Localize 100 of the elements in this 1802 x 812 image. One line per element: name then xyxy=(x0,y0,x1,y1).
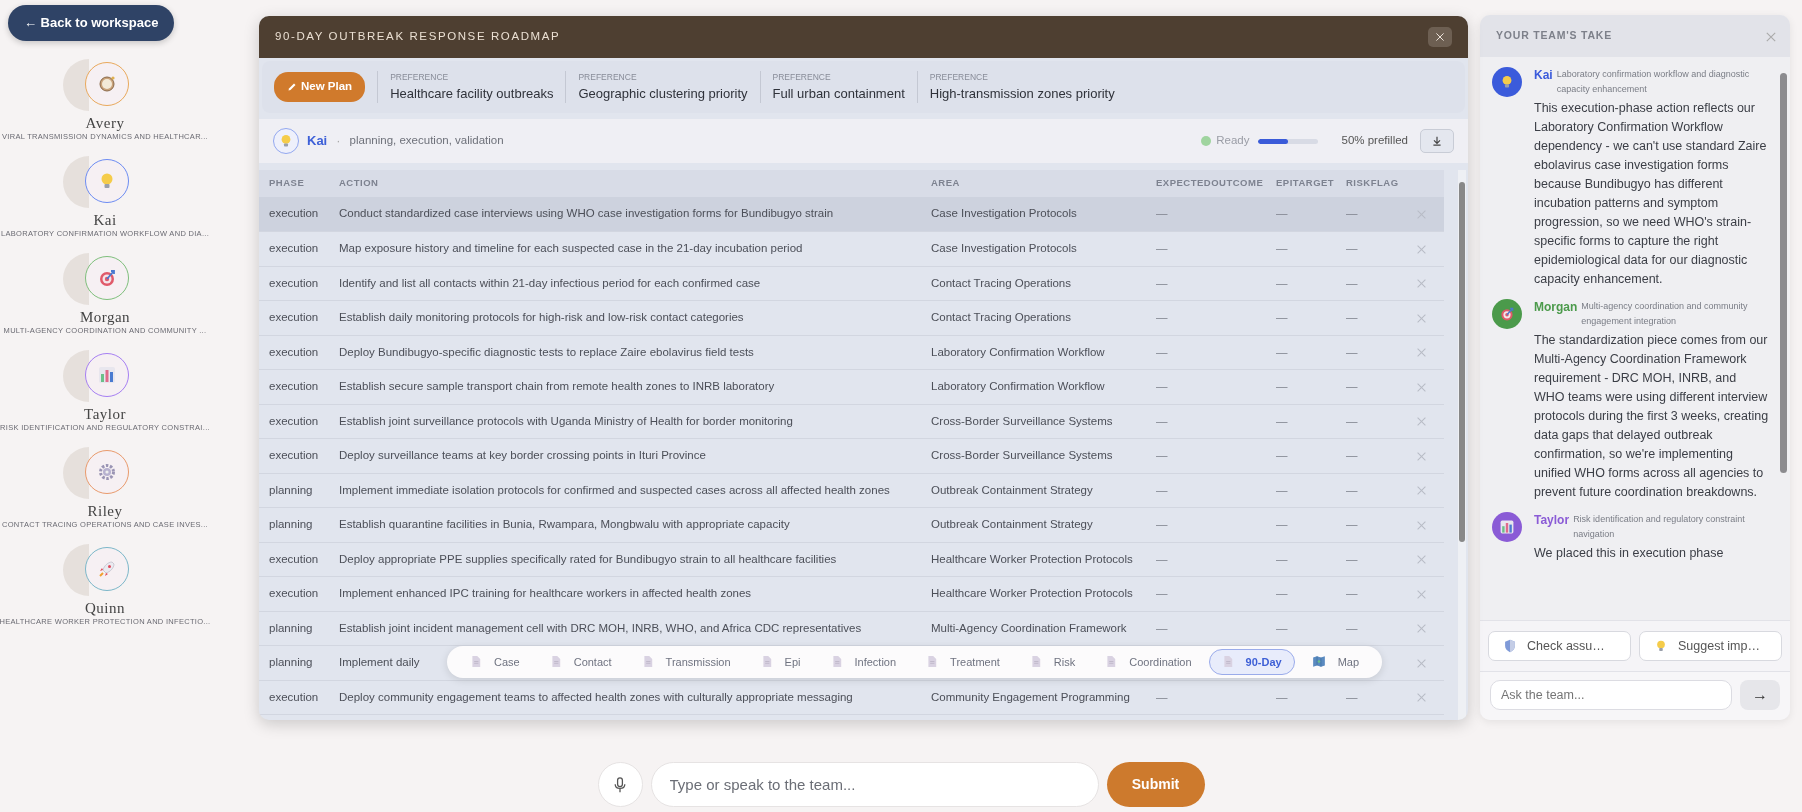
table-cell: execution xyxy=(269,414,319,427)
table-cell: Outbreak Containment Strategy xyxy=(931,518,1093,531)
status-dot xyxy=(1201,136,1212,146)
table-cell: execution xyxy=(269,380,319,393)
close-icon xyxy=(1434,31,1446,43)
column-header: AREA xyxy=(921,170,1146,197)
view-tab[interactable]: Treatment xyxy=(913,648,1013,675)
table-cell: execution xyxy=(269,311,319,324)
table-cell: — xyxy=(1156,345,1168,358)
table-cell: — xyxy=(1156,311,1168,324)
table-cell: — xyxy=(1156,587,1168,600)
message-field[interactable]: Type or speak to the team... xyxy=(650,762,1099,807)
persona-avatar[interactable] xyxy=(85,255,129,300)
document-icon xyxy=(1221,655,1234,669)
table-cell: execution xyxy=(269,690,319,703)
table-cell: — xyxy=(1346,552,1358,565)
persona-name: Taylor xyxy=(84,405,126,422)
table-cell: Deploy community engagement teams to affected health zones with culturally appropriate messaging xyxy=(339,690,853,703)
table-cell: — xyxy=(1276,414,1288,427)
table-cell: Implement immediate isolation protocols for confirmed and suspected cases across all affected health zones xyxy=(339,483,890,496)
ask-field[interactable]: Ask the team... xyxy=(1490,680,1732,710)
download-button[interactable] xyxy=(1420,129,1454,153)
new-plan-button[interactable]: New Plan xyxy=(274,72,366,102)
persona-name: Avery xyxy=(85,114,125,131)
table-cell: Community Engagement Programming xyxy=(931,690,1130,703)
table-cell: — xyxy=(1346,449,1358,462)
view-tab[interactable]: 90-Day xyxy=(1208,648,1295,675)
rocket-icon xyxy=(97,558,117,579)
map-icon xyxy=(1311,655,1326,669)
target-icon xyxy=(1499,306,1515,322)
view-tab[interactable]: Transmission xyxy=(628,648,744,675)
pencil-icon xyxy=(287,82,297,92)
agent-name: Kai xyxy=(307,132,328,151)
table-cell: — xyxy=(1156,621,1168,634)
table-cell: — xyxy=(1156,414,1168,427)
table-cell: — xyxy=(1156,242,1168,255)
close-button[interactable] xyxy=(1428,27,1452,47)
suggestion-button[interactable]: Suggest imp… xyxy=(1639,631,1782,661)
view-tab[interactable]: Case xyxy=(457,648,533,675)
microphone-icon xyxy=(612,776,628,793)
view-tab[interactable]: Map xyxy=(1298,648,1373,675)
column-header: EPITARGET xyxy=(1266,170,1336,197)
document-icon xyxy=(830,655,843,669)
view-tab[interactable]: Contact xyxy=(536,648,625,675)
table-cell: Establish quarantine facilities in Bunia, Rwampara, Mongbwalu with appropriate capacity xyxy=(339,518,790,531)
table-cell: — xyxy=(1276,552,1288,565)
view-tab[interactable]: Infection xyxy=(817,648,910,675)
view-tab[interactable]: Coordination xyxy=(1092,648,1205,675)
table-cell: planning xyxy=(269,483,313,496)
view-tab[interactable]: Epi xyxy=(747,648,814,675)
persona-avatar[interactable] xyxy=(85,61,129,106)
preference-value: High-transmission zones priority xyxy=(929,84,1115,103)
persona-name: Morgan xyxy=(79,308,131,325)
table-cell: — xyxy=(1156,449,1168,462)
table-cell: Implement daily xyxy=(339,656,420,669)
scrollbar[interactable] xyxy=(1458,170,1466,720)
table-cell: Cross-Border Surveillance Systems xyxy=(931,414,1113,427)
table-cell: Laboratory Confirmation Workflow xyxy=(931,345,1105,358)
table-cell: — xyxy=(1156,690,1168,703)
table-cell: execution xyxy=(269,587,319,600)
table-cell: — xyxy=(1156,518,1168,531)
persona-avatar[interactable] xyxy=(85,352,129,397)
table-cell: Contact Tracing Operations xyxy=(931,276,1071,289)
view-tab[interactable]: Risk xyxy=(1016,648,1089,675)
table-cell: planning xyxy=(269,656,313,669)
shield-icon xyxy=(1503,639,1517,653)
preference-label: PREFERENCE xyxy=(578,70,638,84)
table-cell: execution xyxy=(269,449,319,462)
download-icon xyxy=(1431,135,1443,147)
microphone-button[interactable] xyxy=(597,762,643,807)
table-cell: Healthcare Worker Protection Protocols xyxy=(931,587,1133,600)
suggestion-button[interactable]: Check assu… xyxy=(1488,631,1631,661)
persona-avatar[interactable] xyxy=(85,449,129,494)
table-cell: Establish joint surveillance protocols with Uganda Ministry of Health for border monitoring xyxy=(339,414,793,427)
back-button[interactable]: ← Back to workspace xyxy=(8,5,175,41)
table-cell: — xyxy=(1276,242,1288,255)
table-cell: — xyxy=(1276,483,1288,496)
preference-value: Healthcare facility outbreaks xyxy=(390,84,554,103)
table-cell: — xyxy=(1346,690,1358,703)
table-cell: — xyxy=(1346,414,1358,427)
table-cell: Outbreak Containment Strategy xyxy=(931,483,1093,496)
persona-name: Kai xyxy=(93,211,117,228)
column-header: ACTION xyxy=(329,170,921,197)
column-header: EXPECTEDOUTCOME xyxy=(1146,170,1266,197)
table-cell: execution xyxy=(269,242,319,255)
persona-avatar[interactable] xyxy=(85,546,129,591)
table-cell: — xyxy=(1276,380,1288,393)
persona-avatar[interactable] xyxy=(85,158,129,203)
table-cell: execution xyxy=(269,276,319,289)
table-cell: Healthcare Worker Protection Protocols xyxy=(931,552,1133,565)
table-cell: execution xyxy=(269,345,319,358)
submit-button[interactable]: Submit xyxy=(1106,762,1205,807)
status-label: Ready xyxy=(1216,133,1250,149)
table-cell: — xyxy=(1156,380,1168,393)
table-cell: — xyxy=(1346,242,1358,255)
member-name: Kai xyxy=(1534,67,1553,83)
table-cell: Conduct standardized case interviews using WHO case investigation forms for Bundibugyo strain xyxy=(339,207,834,220)
send-button[interactable]: → xyxy=(1740,680,1780,710)
table-cell: — xyxy=(1276,587,1288,600)
message-text: The standardization piece comes from our Multi-Agency Coordination Framework requirement - DRC MOH, INRB, and WHO teams were using different interview protocols during the first 3 weeks, creating data gaps that delayed outbreak confirmation, so we're implementing unified WHO forms across all agencies to prevent future coordination breakdowns. xyxy=(1534,332,1770,501)
